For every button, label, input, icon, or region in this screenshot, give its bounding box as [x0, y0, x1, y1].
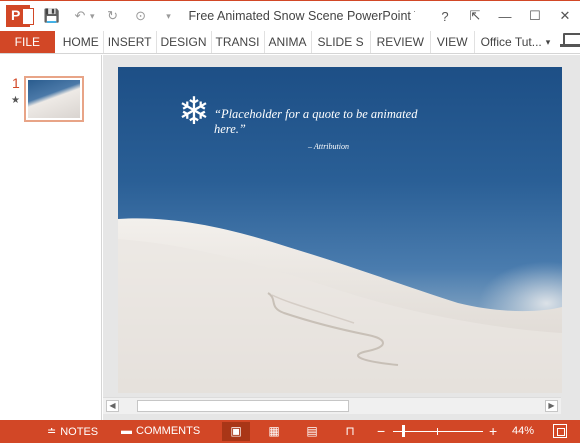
horizontal-scrollbar[interactable]: ◀ ▶: [103, 397, 561, 414]
account-avatar-icon[interactable]: [560, 31, 580, 49]
scrollbar-thumb[interactable]: [137, 400, 349, 412]
title-bar: 💾 ↶ ▾ ↻ ⊙ ▾ Free Animated Snow Scene Pow…: [0, 0, 580, 31]
customize-toolbar-icon[interactable]: ▾: [159, 11, 179, 22]
quick-access-toolbar: 💾 ↶ ▾ ↻ ⊙ ▾: [42, 8, 179, 24]
animation-star-icon: ★: [11, 95, 20, 106]
slide-thumbnail[interactable]: [24, 76, 84, 122]
zoom-slider-center-mark: [437, 428, 438, 435]
zoom-level[interactable]: 44%: [512, 425, 534, 437]
fit-to-window-icon[interactable]: [553, 424, 567, 438]
ribbon-tabs: FILE HOME INSERT DESIGN TRANSI ANIMA SLI…: [0, 31, 580, 54]
zoom-in-button[interactable]: +: [489, 423, 497, 439]
comments-icon: ▬: [121, 425, 132, 437]
slide-show-icon[interactable]: ⊓: [336, 422, 364, 441]
save-icon[interactable]: 💾: [42, 8, 62, 24]
attribution-text[interactable]: – Attribution: [308, 142, 349, 151]
notes-button[interactable]: ≐ NOTES: [47, 425, 99, 439]
tab-file[interactable]: FILE: [0, 31, 55, 53]
tab-view[interactable]: VIEW: [431, 31, 475, 53]
slide-thumbnails-pane: 1 ★: [0, 55, 102, 420]
maximize-button[interactable]: ☐: [520, 8, 550, 24]
tab-home[interactable]: HOME: [55, 31, 104, 53]
ribbon-display-icon[interactable]: ⇱: [460, 8, 490, 24]
quote-placeholder[interactable]: “Placeholder for a quote to be animated …: [214, 107, 434, 137]
chevron-down-icon: ▾: [545, 36, 551, 47]
scroll-left-icon[interactable]: ◀: [106, 400, 119, 412]
normal-view-icon[interactable]: ▣: [222, 422, 250, 441]
undo-icon[interactable]: ↶: [70, 8, 90, 24]
account-menu[interactable]: Office Tut... ▾: [481, 31, 551, 53]
tab-design[interactable]: DESIGN: [157, 31, 212, 53]
status-bar: ≐ NOTES ▬ COMMENTS ▣ ▦ ▤ ⊓ − + 44%: [0, 420, 580, 443]
minimize-button[interactable]: —: [490, 9, 520, 24]
reading-view-icon[interactable]: ▤: [298, 422, 326, 441]
tab-transitions[interactable]: TRANSI: [212, 31, 265, 53]
snowflake-icon: ❄: [178, 89, 210, 133]
tab-review[interactable]: REVIEW: [371, 31, 431, 53]
slide-thumbnail-image: [28, 80, 80, 118]
redo-icon[interactable]: ↻: [103, 8, 123, 24]
notes-label: NOTES: [60, 425, 99, 438]
window-controls: ? ⇱ — ☐ ✕: [430, 8, 580, 24]
notes-icon: ≐: [47, 426, 57, 438]
close-button[interactable]: ✕: [550, 8, 580, 24]
slide-sorter-icon[interactable]: ▦: [260, 422, 288, 441]
powerpoint-logo[interactable]: [6, 5, 34, 27]
slide-canvas[interactable]: ❄ “Placeholder for a quote to be animate…: [118, 67, 562, 393]
zoom-out-button[interactable]: −: [377, 423, 385, 439]
zoom-slider[interactable]: [393, 431, 483, 432]
zoom-slider-handle[interactable]: [402, 425, 405, 437]
scroll-right-icon[interactable]: ▶: [545, 400, 558, 412]
tab-slide-show[interactable]: SLIDE S: [312, 31, 371, 53]
account-name: Office Tut...: [480, 35, 542, 49]
undo-caret-icon[interactable]: ▾: [90, 11, 95, 22]
slide-number: 1: [12, 75, 20, 91]
window-title: Free Animated Snow Scene PowerPoint Te..…: [188, 9, 415, 23]
comments-label: COMMENTS: [136, 425, 201, 437]
tab-insert[interactable]: INSERT: [104, 31, 157, 53]
help-icon[interactable]: ?: [430, 9, 460, 24]
tab-animations[interactable]: ANIMA: [265, 31, 312, 53]
present-from-start-icon[interactable]: ⊙: [131, 8, 151, 24]
comments-button[interactable]: ▬ COMMENTS: [121, 425, 200, 437]
slide-editing-area: ❄ “Placeholder for a quote to be animate…: [103, 55, 580, 420]
